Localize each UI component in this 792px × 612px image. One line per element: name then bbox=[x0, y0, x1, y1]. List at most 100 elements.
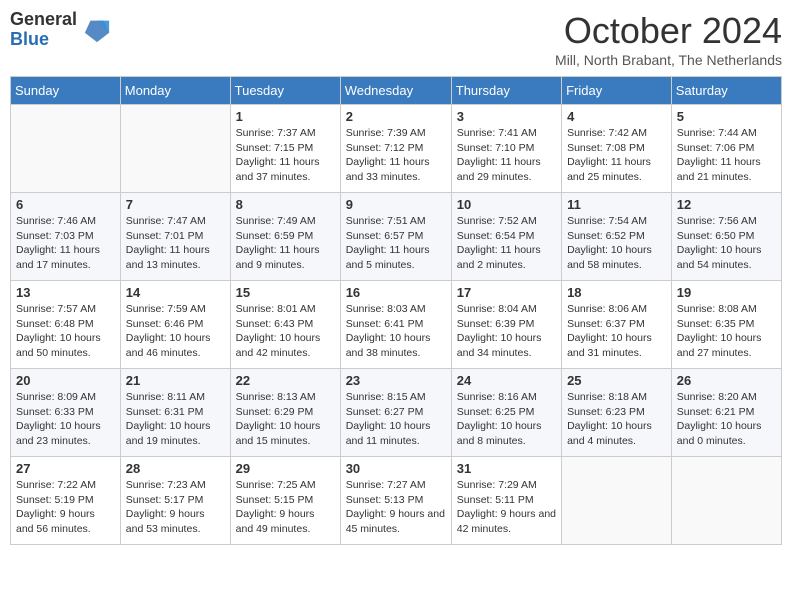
weekday-header: Friday bbox=[562, 77, 672, 105]
calendar-cell: 11 Sunrise: 7:54 AM Sunset: 6:52 PM Dayli… bbox=[562, 193, 672, 281]
day-detail: Sunrise: 7:22 AM Sunset: 5:19 PM Dayligh… bbox=[16, 478, 115, 537]
day-detail: Sunrise: 8:16 AM Sunset: 6:25 PM Dayligh… bbox=[457, 390, 556, 449]
calendar-cell: 7Sunrise: 7:47 AM Sunset: 7:01 PM Daylig… bbox=[120, 193, 230, 281]
day-number: 20 bbox=[16, 373, 115, 388]
day-number: 4 bbox=[567, 109, 666, 124]
calendar-week-row: 13 Sunrise: 7:57 AM Sunset: 6:48 PM Dayli… bbox=[11, 281, 782, 369]
day-number: 18 bbox=[567, 285, 666, 300]
logo-icon bbox=[83, 16, 111, 44]
day-number: 10 bbox=[457, 197, 556, 212]
calendar-cell: 28 Sunrise: 7:23 AM Sunset: 5:17 PM Dayli… bbox=[120, 457, 230, 545]
calendar-cell: 27 Sunrise: 7:22 AM Sunset: 5:19 PM Dayli… bbox=[11, 457, 121, 545]
weekday-header: Sunday bbox=[11, 77, 121, 105]
calendar-week-row: 27 Sunrise: 7:22 AM Sunset: 5:19 PM Dayli… bbox=[11, 457, 782, 545]
weekday-header: Monday bbox=[120, 77, 230, 105]
day-number: 24 bbox=[457, 373, 556, 388]
day-detail: Sunrise: 8:01 AM Sunset: 6:43 PM Dayligh… bbox=[236, 302, 335, 361]
day-detail: Sunrise: 8:08 AM Sunset: 6:35 PM Dayligh… bbox=[677, 302, 776, 361]
calendar-cell: 17Sunrise: 8:04 AM Sunset: 6:39 PM Dayli… bbox=[451, 281, 561, 369]
calendar-cell: 2 Sunrise: 7:39 AM Sunset: 7:12 PM Daylig… bbox=[340, 105, 451, 193]
calendar-cell: 31 Sunrise: 7:29 AM Sunset: 5:11 PM Dayli… bbox=[451, 457, 561, 545]
day-number: 7 bbox=[126, 197, 225, 212]
day-detail: Sunrise: 7:54 AM Sunset: 6:52 PM Dayligh… bbox=[567, 214, 666, 273]
calendar-cell: 21 Sunrise: 8:11 AM Sunset: 6:31 PM Dayli… bbox=[120, 369, 230, 457]
day-detail: Sunrise: 8:03 AM Sunset: 6:41 PM Dayligh… bbox=[346, 302, 446, 361]
day-detail: Sunrise: 8:06 AM Sunset: 6:37 PM Dayligh… bbox=[567, 302, 666, 361]
calendar-cell: 26 Sunrise: 8:20 AM Sunset: 6:21 PM Dayli… bbox=[671, 369, 781, 457]
day-detail: Sunrise: 8:13 AM Sunset: 6:29 PM Dayligh… bbox=[236, 390, 335, 449]
day-number: 9 bbox=[346, 197, 446, 212]
day-detail: Sunrise: 7:41 AM Sunset: 7:10 PM Dayligh… bbox=[457, 126, 556, 185]
calendar-cell: 1 Sunrise: 7:37 AM Sunset: 7:15 PM Daylig… bbox=[230, 105, 340, 193]
day-detail: Sunrise: 8:20 AM Sunset: 6:21 PM Dayligh… bbox=[677, 390, 776, 449]
calendar-cell: 18 Sunrise: 8:06 AM Sunset: 6:37 PM Dayli… bbox=[562, 281, 672, 369]
calendar-cell: 4 Sunrise: 7:42 AM Sunset: 7:08 PM Daylig… bbox=[562, 105, 672, 193]
day-number: 2 bbox=[346, 109, 446, 124]
day-detail: Sunrise: 7:52 AM Sunset: 6:54 PM Dayligh… bbox=[457, 214, 556, 273]
calendar-cell: 6Sunrise: 7:46 AM Sunset: 7:03 PM Daylig… bbox=[11, 193, 121, 281]
day-detail: Sunrise: 7:49 AM Sunset: 6:59 PM Dayligh… bbox=[236, 214, 335, 273]
day-detail: Sunrise: 7:29 AM Sunset: 5:11 PM Dayligh… bbox=[457, 478, 556, 537]
calendar-cell: 30Sunrise: 7:27 AM Sunset: 5:13 PM Dayli… bbox=[340, 457, 451, 545]
weekday-header: Thursday bbox=[451, 77, 561, 105]
day-detail: Sunrise: 7:56 AM Sunset: 6:50 PM Dayligh… bbox=[677, 214, 776, 273]
day-detail: Sunrise: 7:39 AM Sunset: 7:12 PM Dayligh… bbox=[346, 126, 446, 185]
day-number: 31 bbox=[457, 461, 556, 476]
weekday-header: Wednesday bbox=[340, 77, 451, 105]
logo-general-text: General bbox=[10, 10, 77, 30]
day-number: 16 bbox=[346, 285, 446, 300]
day-number: 1 bbox=[236, 109, 335, 124]
day-detail: Sunrise: 7:51 AM Sunset: 6:57 PM Dayligh… bbox=[346, 214, 446, 273]
day-detail: Sunrise: 8:04 AM Sunset: 6:39 PM Dayligh… bbox=[457, 302, 556, 361]
day-detail: Sunrise: 8:09 AM Sunset: 6:33 PM Dayligh… bbox=[16, 390, 115, 449]
calendar-header-row: SundayMondayTuesdayWednesdayThursdayFrid… bbox=[11, 77, 782, 105]
day-number: 21 bbox=[126, 373, 225, 388]
calendar-cell: 12 Sunrise: 7:56 AM Sunset: 6:50 PM Dayli… bbox=[671, 193, 781, 281]
day-number: 28 bbox=[126, 461, 225, 476]
logo-blue-text: Blue bbox=[10, 30, 77, 50]
day-number: 12 bbox=[677, 197, 776, 212]
calendar-cell bbox=[120, 105, 230, 193]
day-detail: Sunrise: 7:23 AM Sunset: 5:17 PM Dayligh… bbox=[126, 478, 225, 537]
calendar-cell: 16 Sunrise: 8:03 AM Sunset: 6:41 PM Dayli… bbox=[340, 281, 451, 369]
day-number: 8 bbox=[236, 197, 335, 212]
day-number: 15 bbox=[236, 285, 335, 300]
location-subtitle: Mill, North Brabant, The Netherlands bbox=[555, 52, 782, 68]
day-detail: Sunrise: 8:18 AM Sunset: 6:23 PM Dayligh… bbox=[567, 390, 666, 449]
day-number: 30 bbox=[346, 461, 446, 476]
day-detail: Sunrise: 7:57 AM Sunset: 6:48 PM Dayligh… bbox=[16, 302, 115, 361]
day-detail: Sunrise: 7:46 AM Sunset: 7:03 PM Dayligh… bbox=[16, 214, 115, 273]
calendar-cell: 23 Sunrise: 8:15 AM Sunset: 6:27 PM Dayli… bbox=[340, 369, 451, 457]
calendar-table: SundayMondayTuesdayWednesdayThursdayFrid… bbox=[10, 76, 782, 545]
calendar-cell: 8 Sunrise: 7:49 AM Sunset: 6:59 PM Daylig… bbox=[230, 193, 340, 281]
day-detail: Sunrise: 8:11 AM Sunset: 6:31 PM Dayligh… bbox=[126, 390, 225, 449]
day-detail: Sunrise: 8:15 AM Sunset: 6:27 PM Dayligh… bbox=[346, 390, 446, 449]
day-detail: Sunrise: 7:37 AM Sunset: 7:15 PM Dayligh… bbox=[236, 126, 335, 185]
day-number: 23 bbox=[346, 373, 446, 388]
day-number: 11 bbox=[567, 197, 666, 212]
day-number: 27 bbox=[16, 461, 115, 476]
calendar-cell: 14 Sunrise: 7:59 AM Sunset: 6:46 PM Dayli… bbox=[120, 281, 230, 369]
day-number: 5 bbox=[677, 109, 776, 124]
day-number: 22 bbox=[236, 373, 335, 388]
calendar-cell: 3Sunrise: 7:41 AM Sunset: 7:10 PM Daylig… bbox=[451, 105, 561, 193]
title-section: October 2024 Mill, North Brabant, The Ne… bbox=[555, 10, 782, 68]
day-number: 26 bbox=[677, 373, 776, 388]
logo: General Blue bbox=[10, 10, 111, 50]
calendar-cell: 5 Sunrise: 7:44 AM Sunset: 7:06 PM Daylig… bbox=[671, 105, 781, 193]
calendar-cell: 15 Sunrise: 8:01 AM Sunset: 6:43 PM Dayli… bbox=[230, 281, 340, 369]
calendar-cell: 29Sunrise: 7:25 AM Sunset: 5:15 PM Dayli… bbox=[230, 457, 340, 545]
calendar-cell bbox=[562, 457, 672, 545]
day-detail: Sunrise: 7:44 AM Sunset: 7:06 PM Dayligh… bbox=[677, 126, 776, 185]
day-detail: Sunrise: 7:42 AM Sunset: 7:08 PM Dayligh… bbox=[567, 126, 666, 185]
day-number: 14 bbox=[126, 285, 225, 300]
calendar-week-row: 1 Sunrise: 7:37 AM Sunset: 7:15 PM Daylig… bbox=[11, 105, 782, 193]
day-detail: Sunrise: 7:25 AM Sunset: 5:15 PM Dayligh… bbox=[236, 478, 335, 537]
day-detail: Sunrise: 7:59 AM Sunset: 6:46 PM Dayligh… bbox=[126, 302, 225, 361]
page-header: General Blue October 2024 Mill, North Br… bbox=[10, 10, 782, 68]
calendar-cell: 24 Sunrise: 8:16 AM Sunset: 6:25 PM Dayli… bbox=[451, 369, 561, 457]
day-number: 13 bbox=[16, 285, 115, 300]
weekday-header: Tuesday bbox=[230, 77, 340, 105]
day-number: 19 bbox=[677, 285, 776, 300]
calendar-cell: 9 Sunrise: 7:51 AM Sunset: 6:57 PM Daylig… bbox=[340, 193, 451, 281]
